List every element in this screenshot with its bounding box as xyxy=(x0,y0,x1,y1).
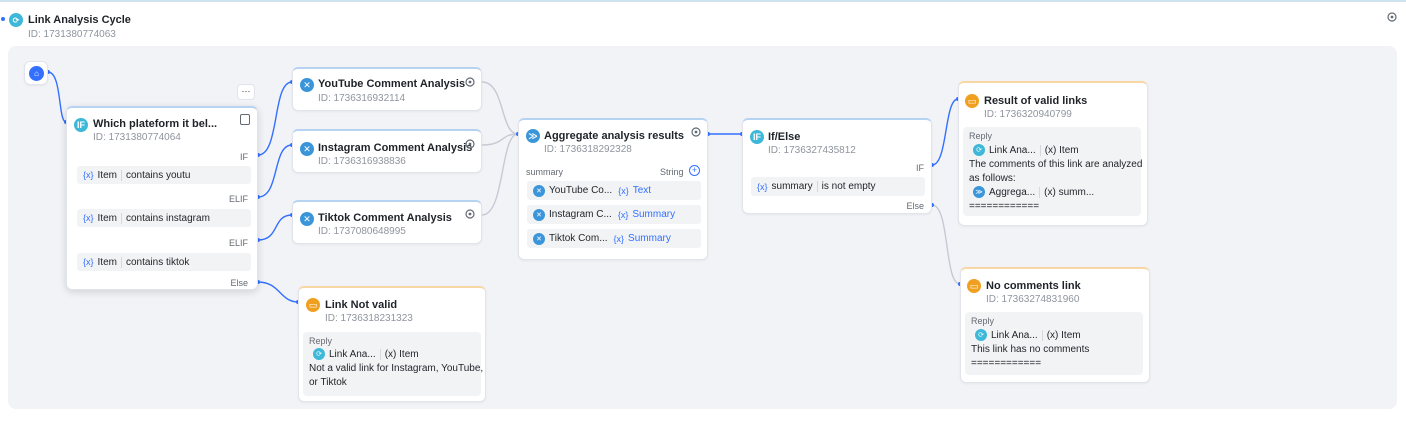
param-name: summary xyxy=(526,167,564,177)
reply-box[interactable]: Reply ⟳ Link Ana... (x) Item Not a valid l… xyxy=(303,332,484,396)
reply-text: Not a valid link for Instagram, YouTube, xyxy=(309,363,484,374)
branch-label-else: Else xyxy=(906,201,924,211)
node-title: Link Not valid xyxy=(325,299,398,311)
branch-label-if: IF xyxy=(240,152,248,162)
variable-chip: ≫ Aggrega... (x) summ... xyxy=(973,186,1094,198)
ifelse-node[interactable]: IF If/Else ID: 1736327435812 IF {x} summa… xyxy=(742,118,932,214)
note-icon[interactable] xyxy=(240,114,250,125)
node-title: Which plateform it bel... xyxy=(93,118,218,130)
node-id: ID: 1736320940799 xyxy=(984,109,1072,120)
condition-row[interactable]: {x} Item contains tiktok xyxy=(77,253,251,271)
more-options-button[interactable]: ··· xyxy=(237,84,255,100)
reply-box[interactable]: Reply ⟳ Link Ana... (x) Item The comments … xyxy=(963,127,1143,216)
node-id: ID: 1737080648995 xyxy=(318,226,406,237)
home-icon: ⌂ xyxy=(29,66,44,81)
workflow-dot xyxy=(1,17,5,21)
condition-row[interactable]: {x} summary is not empty xyxy=(751,177,925,196)
condition-icon: IF xyxy=(750,130,764,144)
variable-chip: ⟳ Link Ana... (x) Item xyxy=(313,348,419,360)
node-title: Aggregate analysis results xyxy=(544,130,685,142)
aggregate-node[interactable]: ≫ Aggregate analysis results ID: 1736318… xyxy=(518,118,708,260)
node-id: ID: 1736318292328 xyxy=(544,144,632,155)
youtube-analysis-node[interactable]: ✕ YouTube Comment Analysis ID: 173631693… xyxy=(292,67,482,111)
settings-icon[interactable] xyxy=(464,207,476,219)
node-id: ID: 1736316932114 xyxy=(318,93,406,104)
workflow-title: Link Analysis Cycle xyxy=(28,14,131,26)
message-icon: ▭ xyxy=(965,94,979,108)
reply-text: This link has no comments xyxy=(971,344,1090,355)
tool-icon: ✕ xyxy=(300,212,314,226)
message-icon: ▭ xyxy=(967,279,981,293)
valid-result-node[interactable]: ▭ Result of valid links ID: 173632094079… xyxy=(958,81,1148,226)
no-comments-node[interactable]: ▭ No comments link ID: 17363274831960 Re… xyxy=(960,267,1150,383)
branch-label-elif: ELIF xyxy=(228,194,248,204)
workflow-settings-icon[interactable] xyxy=(1386,10,1398,22)
variable-chip: ⟳ Link Ana... (x) Item xyxy=(973,144,1079,156)
node-title: Result of valid links xyxy=(984,95,1088,107)
tool-icon: ✕ xyxy=(300,142,314,156)
reply-box[interactable]: Reply ⟳ Link Ana... (x) Item This link has… xyxy=(965,312,1143,375)
reply-label: Reply xyxy=(969,131,993,141)
condition-row[interactable]: {x} Item contains youtu xyxy=(77,166,251,184)
instagram-analysis-node[interactable]: ✕ Instagram Comment Analysis ID: 1736316… xyxy=(292,129,482,173)
loop-icon: ⟳ xyxy=(9,13,23,27)
start-node[interactable]: ⌂ xyxy=(24,61,48,85)
node-title: Instagram Comment Analysis xyxy=(318,142,473,154)
reply-text: ============ xyxy=(971,358,1042,369)
node-title: YouTube Comment Analysis xyxy=(318,78,466,90)
tiktok-analysis-node[interactable]: ✕ Tiktok Comment Analysis ID: 1737080648… xyxy=(292,200,482,244)
reply-label: Reply xyxy=(309,336,333,346)
branch-label-else: Else xyxy=(230,278,248,288)
settings-icon[interactable] xyxy=(464,137,476,149)
node-id: ID: 1736327435812 xyxy=(768,145,856,156)
condition-node[interactable]: IF Which plateform it bel... ID: 1731380… xyxy=(66,106,258,290)
add-variable-button[interactable]: + xyxy=(689,165,700,176)
condition-icon: IF xyxy=(74,118,88,132)
link-not-valid-node[interactable]: ▭ Link Not valid ID: 1736318231323 Reply… xyxy=(298,286,486,402)
settings-icon[interactable] xyxy=(464,75,476,87)
loop-icon: ⟳ xyxy=(313,348,325,360)
reply-text: or Tiktok xyxy=(309,377,347,388)
reply-text: as follows: xyxy=(969,173,1016,184)
variable-chip: ⟳ Link Ana... (x) Item xyxy=(975,329,1081,341)
workflow-id: ID: 1731380774063 xyxy=(28,29,116,40)
node-id: ID: 1736316938836 xyxy=(318,156,406,167)
node-id: ID: 17363274831960 xyxy=(986,294,1080,305)
node-id: ID: 1736318231323 xyxy=(325,313,413,324)
tool-icon: ✕ xyxy=(300,78,314,92)
node-title: If/Else xyxy=(768,131,801,143)
condition-row[interactable]: {x} Item contains instagram xyxy=(77,209,251,227)
branch-label-if: IF xyxy=(916,163,924,173)
settings-icon[interactable] xyxy=(690,125,702,137)
loop-icon: ⟳ xyxy=(975,329,987,341)
message-icon: ▭ xyxy=(306,298,320,312)
aggregate-row[interactable]: ✕ YouTube Co... {x} Text xyxy=(527,181,701,200)
reply-label: Reply xyxy=(971,316,995,326)
workflow-container: ⟳ Link Analysis Cycle ID: 1731380774063 xyxy=(0,0,1406,420)
reply-text: The comments of this link are analyzed xyxy=(969,159,1143,170)
node-title: Tiktok Comment Analysis xyxy=(318,212,452,224)
param-type: String xyxy=(660,167,684,177)
aggregate-row[interactable]: ✕ Instagram C... {x} Summary xyxy=(527,205,701,224)
reply-text: ============ xyxy=(969,201,1040,212)
branch-label-elif: ELIF xyxy=(228,238,248,248)
loop-icon: ⟳ xyxy=(973,144,985,156)
aggregate-icon: ≫ xyxy=(973,186,985,198)
node-id: ID: 1731380774064 xyxy=(93,132,181,143)
aggregate-icon: ≫ xyxy=(526,129,540,143)
aggregate-row[interactable]: ✕ Tiktok Com... {x} Summary xyxy=(527,229,701,248)
node-title: No comments link xyxy=(986,280,1081,292)
